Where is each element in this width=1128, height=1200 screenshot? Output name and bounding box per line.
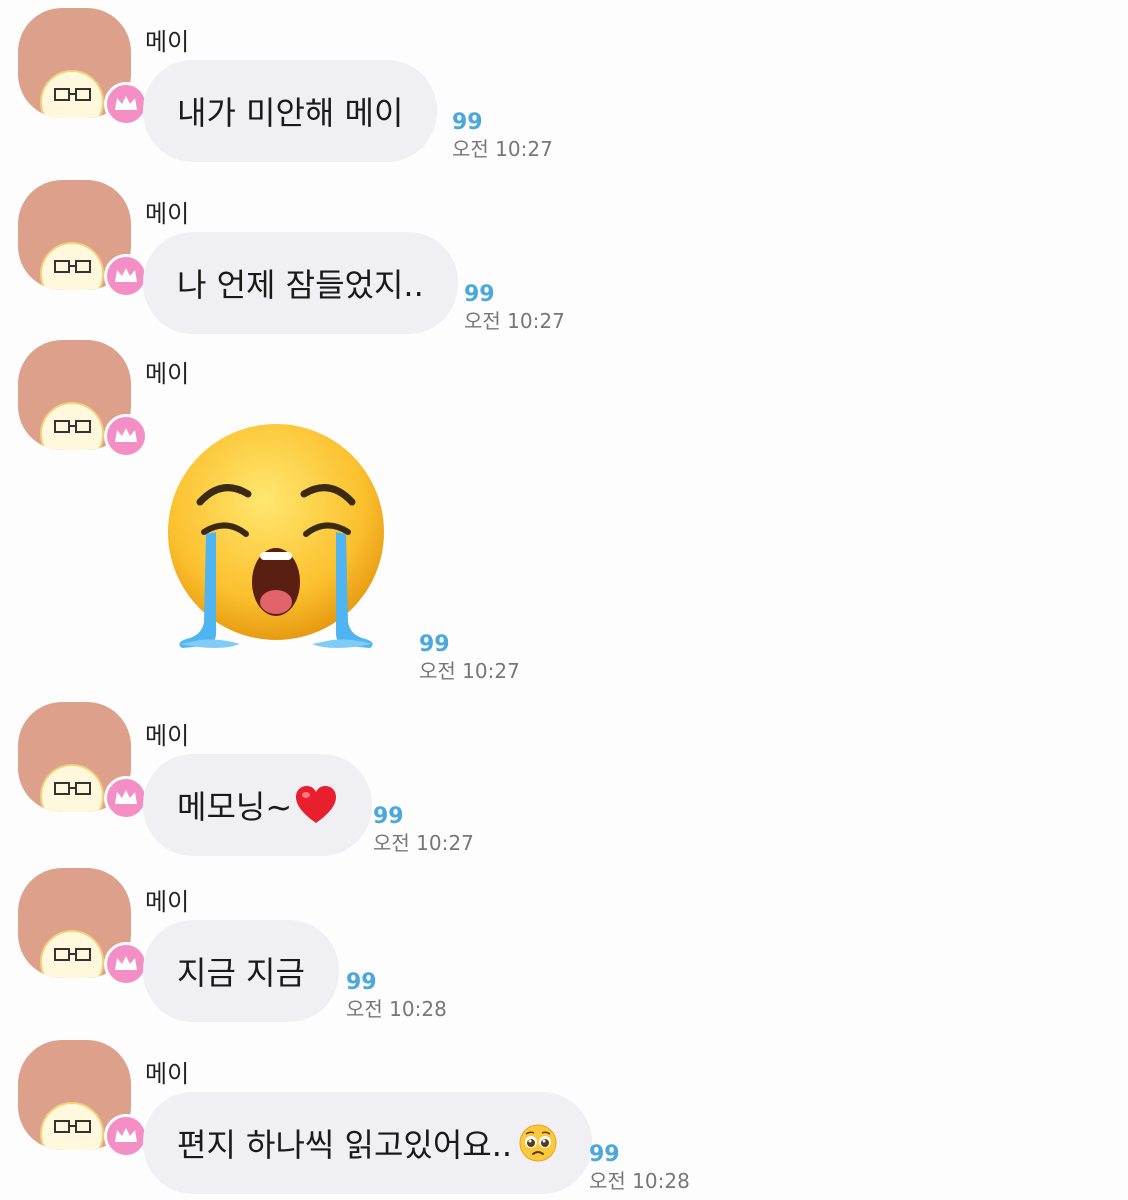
glasses-icon [54, 948, 91, 961]
message-meta: 99 오전 10:27 [373, 804, 474, 856]
message-bubble[interactable]: 편지 하나씩 읽고있어요.. [143, 1092, 593, 1194]
message-meta: 99 오전 10:27 [419, 632, 520, 684]
crown-icon [104, 1114, 148, 1158]
message-bubble[interactable]: 나 언제 잠들었지.. [143, 232, 458, 334]
sender-name: 메이 [145, 360, 190, 388]
glasses-icon [54, 260, 91, 273]
message-text: 메모닝~ [177, 788, 293, 826]
timestamp: 오전 10:28 [346, 997, 447, 1021]
crown-icon [104, 942, 148, 986]
unread-count: 99 [419, 632, 450, 657]
unread-count: 99 [589, 1142, 620, 1167]
crown-icon [104, 254, 148, 298]
unread-count: 99 [346, 970, 377, 995]
glasses-icon [54, 420, 91, 433]
avatar[interactable] [18, 340, 148, 458]
avatar[interactable] [18, 180, 148, 298]
timestamp: 오전 10:27 [373, 831, 474, 855]
message-bubble[interactable]: 메모닝~ [143, 754, 373, 856]
unread-count: 99 [452, 110, 483, 135]
avatar[interactable] [18, 868, 148, 986]
avatar[interactable] [18, 702, 148, 820]
sender-name: 메이 [145, 888, 190, 916]
unread-count: 99 [464, 282, 495, 307]
crown-icon [104, 414, 148, 458]
message-meta: 99 오전 10:28 [346, 970, 447, 1022]
sender-name: 메이 [145, 28, 190, 56]
message-text: 나 언제 잠들었지.. [177, 266, 424, 304]
avatar[interactable] [18, 8, 148, 126]
sender-name: 메이 [145, 1060, 190, 1088]
loudly-crying-face-icon[interactable] [160, 422, 392, 654]
chat-room: 메이 내가 미안해 메이 99 오전 10:27 메이 나 언제 잠들었지.. … [0, 0, 1128, 1200]
glasses-icon [54, 782, 91, 795]
message-meta: 99 오전 10:27 [464, 282, 565, 334]
glasses-icon [54, 1120, 91, 1133]
sender-name: 메이 [145, 722, 190, 750]
unread-count: 99 [373, 804, 404, 829]
message-meta: 99 오전 10:27 [452, 110, 553, 162]
message-meta: 99 오전 10:28 [589, 1142, 690, 1194]
red-heart-icon [296, 786, 337, 823]
timestamp: 오전 10:28 [589, 1169, 690, 1193]
message-text: 내가 미안해 메이 [177, 94, 404, 132]
glasses-icon [54, 88, 91, 101]
crown-icon [104, 82, 148, 126]
timestamp: 오전 10:27 [464, 309, 565, 333]
message-bubble[interactable]: 지금 지금 [143, 920, 339, 1022]
timestamp: 오전 10:27 [419, 659, 520, 683]
message-bubble[interactable]: 내가 미안해 메이 [143, 60, 438, 162]
message-text: 지금 지금 [177, 954, 305, 992]
timestamp: 오전 10:27 [452, 137, 553, 161]
sender-name: 메이 [145, 200, 190, 228]
message-text: 편지 하나씩 읽고있어요.. [177, 1126, 513, 1164]
crown-icon [104, 776, 148, 820]
avatar[interactable] [18, 1040, 148, 1158]
pleading-face-icon [519, 1124, 557, 1162]
